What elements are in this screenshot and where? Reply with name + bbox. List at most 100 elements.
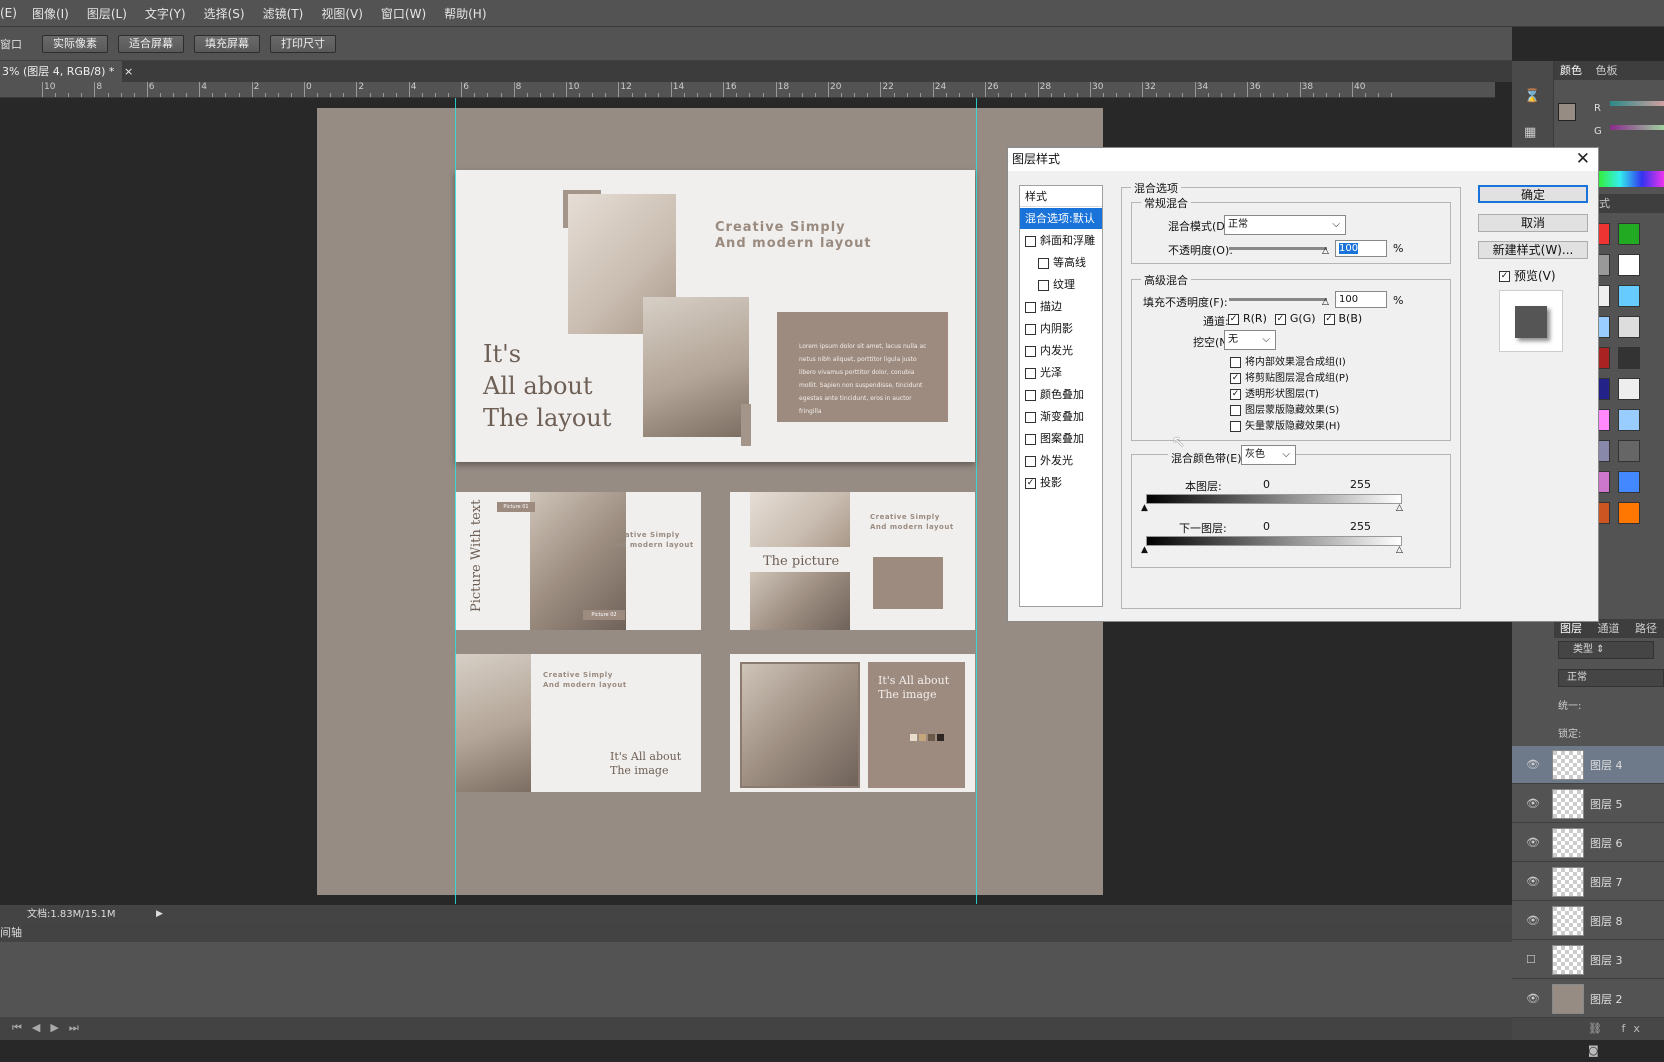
guide-right[interactable] [976,98,977,904]
style-item[interactable]: 描边 [1020,296,1102,317]
this-layer-gradient[interactable] [1146,494,1402,504]
opacity-input[interactable]: 100 [1335,240,1387,257]
style-swatch[interactable] [1618,347,1640,369]
advanced-option[interactable]: ✓ 将剪贴图层混合成组(P) [1230,369,1349,385]
eye-icon[interactable]: 👁 [1526,836,1540,849]
style-checkbox[interactable] [1025,411,1036,423]
knockout-select[interactable]: 无 ⌵ [1224,330,1276,350]
style-checkbox[interactable]: ✓ [1025,477,1036,489]
slider-handle-icon[interactable]: △ [1322,246,1329,256]
style-item[interactable]: 混合选项:默认 [1020,208,1102,229]
style-swatch[interactable] [1618,285,1640,307]
fill-slider-handle-icon[interactable]: △ [1322,297,1329,307]
style-item[interactable]: 内阴影 [1020,318,1102,339]
style-swatch[interactable] [1618,440,1640,462]
tab-swatches[interactable]: 色板 [1592,64,1622,77]
ok-button[interactable]: 确定 [1478,185,1588,203]
style-item[interactable]: 内发光 [1020,340,1102,361]
style-checkbox[interactable] [1025,301,1036,313]
layer-blend-mode[interactable]: 正常 [1558,669,1664,687]
dialog-close-icon[interactable]: ✕ [1576,148,1590,170]
style-checkbox[interactable] [1025,367,1036,379]
tab-layers[interactable]: 图层 [1554,622,1588,635]
style-item[interactable]: 纹理 [1020,274,1102,295]
menu-item[interactable]: 图像(I) [23,5,78,22]
cancel-button[interactable]: 取消 [1478,214,1588,232]
menu-item[interactable]: 视图(V) [312,5,372,22]
layer-row[interactable]: 👁 图层 4 [1512,746,1664,784]
advanced-option[interactable]: ✓ 透明形状图层(T) [1230,385,1349,401]
layer-row[interactable]: 👁 图层 6 [1512,824,1664,862]
tab-color[interactable]: 颜色 [1554,64,1588,77]
menu-item[interactable]: (E) [0,6,23,20]
this-layer-black-handle-icon[interactable]: ▲ [1141,503,1148,513]
option-button[interactable]: 填充屏幕 [194,34,260,53]
style-checkbox[interactable] [1025,235,1036,247]
menu-item[interactable]: 文字(Y) [136,5,195,22]
style-swatch[interactable] [1618,409,1640,431]
style-item[interactable]: 光泽 [1020,362,1102,383]
option-button[interactable]: 实际像素 [42,34,108,53]
fill-opacity-input[interactable]: 100 [1335,291,1387,308]
option-button[interactable]: 打印尺寸 [270,34,336,53]
style-checkbox[interactable] [1025,345,1036,357]
eye-icon[interactable]: 👁 [1526,992,1540,1005]
style-item[interactable]: 等高线 [1020,252,1102,273]
channel-checkbox[interactable]: ✓ R(R) [1228,312,1267,325]
channel-checkbox[interactable]: ✓ B(B) [1323,312,1362,325]
advanced-option[interactable]: 矢量蒙版隐藏效果(H) [1230,417,1349,433]
style-item[interactable]: 颜色叠加 [1020,384,1102,405]
style-swatch[interactable] [1618,223,1640,245]
visibility-box-icon[interactable]: ☐ [1526,953,1536,966]
menu-item[interactable]: 滤镜(T) [254,5,313,22]
eye-icon[interactable]: 👁 [1526,875,1540,888]
layer-filter[interactable]: 类型 ⇕ [1558,641,1654,659]
style-checkbox[interactable] [1025,389,1036,401]
layer-row[interactable]: 👁 图层 8 [1512,902,1664,940]
layer-footer-icons[interactable]: ⛓ fx ◙ [1512,1018,1664,1057]
style-item[interactable]: ✓ 投影 [1020,472,1102,493]
guide-left[interactable] [455,98,456,904]
style-checkbox[interactable] [1025,433,1036,445]
style-checkbox[interactable] [1025,323,1036,335]
menu-item[interactable]: 图层(L) [78,5,136,22]
layer-row[interactable]: 👁 图层 5 [1512,785,1664,823]
style-checkbox[interactable] [1025,455,1036,467]
style-item[interactable]: 渐变叠加 [1020,406,1102,427]
tab-paths[interactable]: 路径 [1629,622,1663,635]
eye-icon[interactable]: 👁 [1526,797,1540,810]
tab-channels[interactable]: 通道 [1592,622,1626,635]
style-checkbox[interactable] [1038,257,1049,269]
fill-opacity-slider[interactable] [1229,298,1327,301]
underlying-gradient[interactable] [1146,536,1402,546]
properties-icon[interactable]: ▦ [1524,125,1536,140]
new-style-button[interactable]: 新建样式(W)... [1478,241,1588,259]
layer-row[interactable]: ☐ 图层 3 [1512,941,1664,979]
underlying-white-handle-icon[interactable]: △ [1396,545,1403,555]
menu-item[interactable]: 选择(S) [195,5,254,22]
advanced-option[interactable]: 将内部效果混合成组(I) [1230,353,1349,369]
opacity-slider[interactable] [1229,247,1327,250]
document-canvas[interactable]: Creative Simply And modern layout It's A… [317,108,1103,895]
style-swatch[interactable] [1618,254,1640,276]
advanced-option[interactable]: 图层蒙版隐藏效果(S) [1230,401,1349,417]
layer-row[interactable]: 👁 图层 7 [1512,863,1664,901]
eye-icon[interactable]: 👁 [1526,758,1540,771]
eye-icon[interactable]: 👁 [1526,914,1540,927]
layer-row[interactable]: 👁 图层 2 [1512,980,1664,1018]
channel-checkbox[interactable]: ✓ G(G) [1274,312,1316,325]
blend-if-select[interactable]: 灰色 ⌵ [1241,445,1296,465]
underlying-black-handle-icon[interactable]: ▲ [1141,545,1148,555]
g-slider[interactable] [1610,125,1664,130]
style-swatch[interactable] [1618,502,1640,524]
tab-close-icon[interactable]: × [124,65,133,78]
style-item[interactable]: 斜面和浮雕 [1020,230,1102,251]
style-item[interactable]: 外发光 [1020,450,1102,471]
style-swatch[interactable] [1618,471,1640,493]
menu-item[interactable]: 窗口(W) [372,5,435,22]
blend-mode-select[interactable]: 正常 ⌵ [1224,215,1346,235]
option-button[interactable]: 适合屏幕 [118,34,184,53]
style-swatch[interactable] [1618,316,1640,338]
preview-checkbox[interactable]: ✓ 预览(V) [1499,267,1556,284]
style-checkbox[interactable] [1038,279,1049,291]
